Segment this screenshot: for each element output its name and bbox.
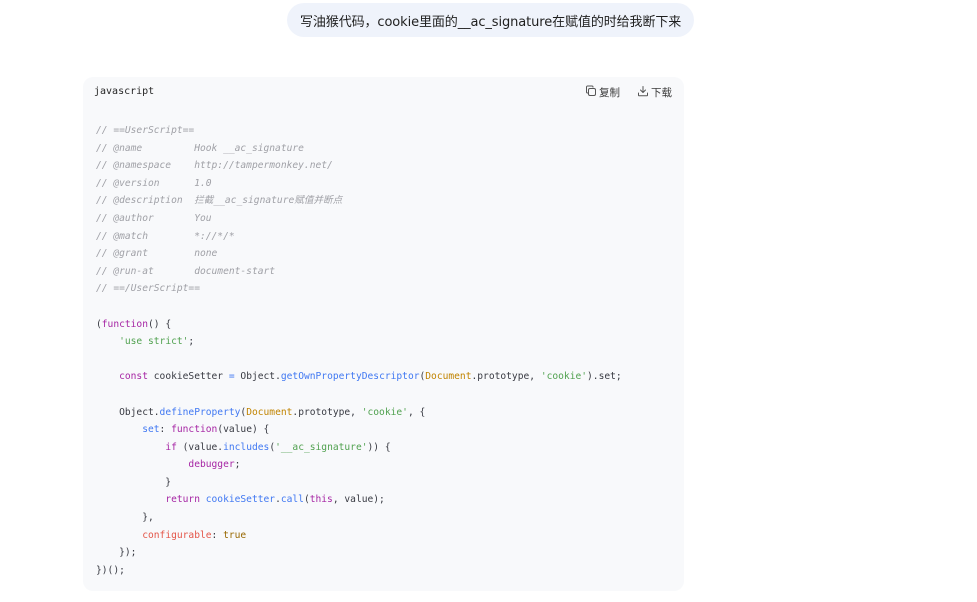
code-token: function [101,318,148,330]
code-token: set [142,424,160,436]
download-icon [637,85,649,100]
code-token: (value. [176,441,224,453]
code-token: )) { [367,441,391,453]
copy-button[interactable]: 复制 [585,85,620,100]
code-token: ; [234,459,241,471]
code-token: true [223,529,247,541]
code-token: debugger [188,459,235,471]
code-token: .prototype, [292,406,362,418]
code-token: this [309,494,333,506]
download-label: 下载 [651,87,672,99]
code-token: // ==UserScript== [96,125,195,136]
code-token: , { [407,406,426,418]
code-content: // ==UserScript== // @name Hook __ac_sign… [96,122,622,579]
code-token: // ==/UserScript== [96,283,200,295]
code-line: })(); [96,562,622,580]
code-token: : [211,529,224,541]
code-line: // ==/UserScript== [96,280,622,298]
code-line: const cookieSetter = Object.getOwnProper… [96,368,622,386]
code-line: // @name Hook __ac_signature [96,140,622,158]
code-token: () { [148,318,172,330]
code-line: // @namespace http://tampermonkey.net/ [96,157,622,175]
code-token: configurable [142,529,212,541]
code-token: 'use strict' [119,336,189,348]
code-token: // @run-at document-start [96,265,276,277]
code-line: ​ [96,298,622,316]
user-message-text: 写油猴代码，cookie里面的__ac_signature在赋值的时给我断下来 [300,14,682,30]
code-line: // @author You [96,210,622,228]
code-token: ; [188,336,195,348]
code-line: // @grant none [96,245,622,263]
code-line: // @version 1.0 [96,175,622,193]
copy-label: 复制 [599,87,620,99]
code-token: } [96,476,172,488]
code-line: } [96,474,622,492]
code-line: ​ [96,351,622,369]
code-token: // @match *://*/* [96,230,235,242]
code-token: return [165,494,200,506]
code-token: (value) { [217,424,270,436]
code-line: // @description 拦截__ac_signature赋值并断点 [96,192,622,210]
user-message-bubble: 写油猴代码，cookie里面的__ac_signature在赋值的时给我断下来 [287,3,695,37]
code-token: '__ac_signature' [275,441,368,453]
code-token: const [119,371,148,383]
code-token: cookieSetter [148,371,229,383]
code-token: // @namespace http://tampermonkey.net/ [96,160,333,172]
code-token: if [165,441,177,453]
code-token: })(); [96,564,125,576]
code-token: : [159,424,172,436]
code-token: function [171,424,218,436]
code-token: , value); [332,494,385,506]
code-token: Object. [234,371,281,383]
code-token: defineProperty [159,406,241,418]
code-line: configurable: true [96,527,622,545]
code-line: set: function(value) { [96,421,622,439]
code-token: cookieSetter [205,494,276,506]
code-token: // @grant none [96,248,218,260]
code-line: (function() { [96,316,622,334]
code-token: includes [223,441,270,453]
code-block: javascript 复制 下载 // ==UserScript== // @na… [83,77,684,591]
code-line: // @match *://*/* [96,228,622,246]
code-token: Document [246,406,293,418]
code-line: Object.defineProperty(Document.prototype… [96,404,622,422]
code-token: .prototype, [471,371,541,383]
code-line: 'use strict'; [96,333,622,351]
code-line: if (value.includes('__ac_signature')) { [96,439,622,457]
code-block-header: javascript 复制 下载 [83,77,684,107]
code-token: }); [96,547,137,559]
code-line: return cookieSetter.call(this, value); [96,491,622,509]
code-token: 'cookie' [361,406,408,418]
code-token: // @author You [96,212,212,224]
code-token: // @description 拦截__ac_signature赋值并断点 [96,195,343,207]
copy-icon [585,85,597,100]
code-line: debugger; [96,456,622,474]
code-token: call [280,494,304,506]
code-token: ).set; [587,371,622,383]
code-line: // @run-at document-start [96,263,622,281]
code-token: getOwnPropertyDescriptor [280,371,420,383]
download-button[interactable]: 下载 [637,85,672,100]
code-token: }, [96,512,154,524]
code-token: // @version 1.0 [96,177,212,189]
code-language-label: javascript [94,86,155,97]
code-line: }, [96,509,622,527]
code-token: 'cookie' [540,371,588,383]
code-token: Object. [96,406,160,418]
code-token: Document [425,371,472,383]
code-line: ​ [96,386,622,404]
code-line: // ==UserScript== [96,122,622,140]
code-line: }); [96,544,622,562]
code-token: // @name Hook __ac_signature [96,142,304,154]
